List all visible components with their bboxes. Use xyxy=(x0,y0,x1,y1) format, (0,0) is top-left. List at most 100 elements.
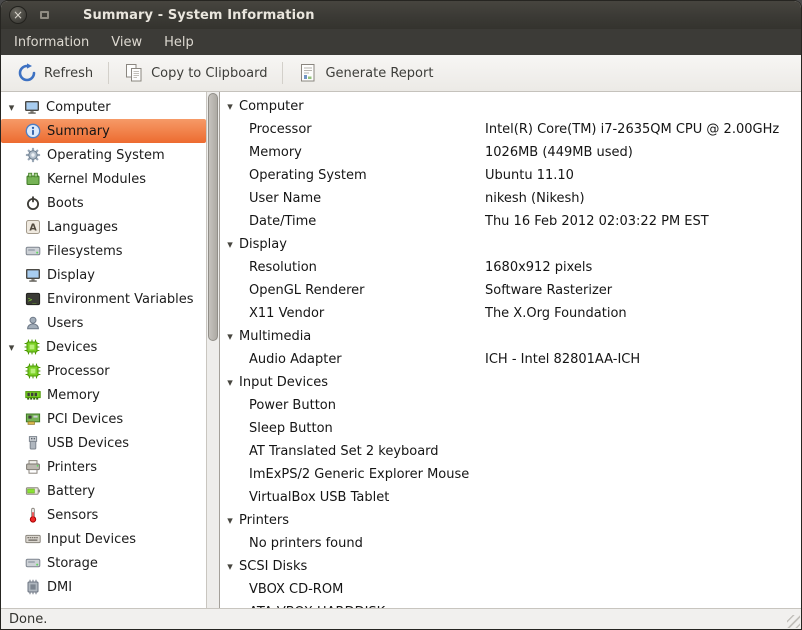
sidebar-item-environment-variables[interactable]: >_ Environment Variables xyxy=(1,287,206,311)
copy-to-clipboard-button[interactable]: Copy to Clipboard xyxy=(114,58,277,88)
close-icon[interactable]: × xyxy=(9,6,27,24)
sidebar-item-dmi[interactable]: DMI xyxy=(1,575,206,599)
usb-icon xyxy=(25,435,41,451)
sidebar-item-label: DMI xyxy=(47,579,73,595)
expander-icon[interactable]: ▾ xyxy=(224,331,236,342)
sidebar-item-label: Storage xyxy=(47,555,98,571)
row-memory[interactable]: Memory 1026MB (449MB used) xyxy=(220,141,801,164)
module-icon xyxy=(25,171,41,187)
toolbar-button-label: Refresh xyxy=(44,65,94,81)
sidebar-item-memory[interactable]: Memory xyxy=(1,383,206,407)
toolbar: Refresh Copy to Clipboard Generate Report xyxy=(1,55,801,92)
section-multimedia[interactable]: ▾ Multimedia xyxy=(220,325,801,348)
row-opengl-renderer[interactable]: OpenGL Renderer Software Rasterizer xyxy=(220,279,801,302)
gear-icon xyxy=(25,147,41,163)
section-label: Multimedia xyxy=(239,329,312,344)
expander-icon[interactable]: ▾ xyxy=(224,377,236,388)
refresh-button[interactable]: Refresh xyxy=(7,58,103,88)
sidebar-item-label: Languages xyxy=(47,219,118,235)
sidebar-item-devices[interactable]: ▾ Devices xyxy=(1,335,206,359)
expander-icon[interactable]: ▾ xyxy=(224,515,236,526)
menu-help[interactable]: Help xyxy=(153,29,205,55)
row-at-translated-set-2-keyboard[interactable]: AT Translated Set 2 keyboard xyxy=(220,440,801,463)
row-ata-vbox-harddisk[interactable]: ATA VBOX HARDDISK xyxy=(220,601,801,608)
sidebar-item-label: Processor xyxy=(47,363,110,379)
section-printers[interactable]: ▾ Printers xyxy=(220,509,801,532)
section-computer[interactable]: ▾ Computer xyxy=(220,95,801,118)
menu-view[interactable]: View xyxy=(100,29,153,55)
row-x11-vendor[interactable]: X11 Vendor The X.Org Foundation xyxy=(220,302,801,325)
sidebar-item-computer[interactable]: ▾ Computer xyxy=(1,95,206,119)
toolbar-separator xyxy=(282,62,284,84)
sidebar-item-users[interactable]: Users xyxy=(1,311,206,335)
row-no-printers-found[interactable]: No printers found xyxy=(220,532,801,555)
row-virtualbox-usb-tablet[interactable]: VirtualBox USB Tablet xyxy=(220,486,801,509)
row-vbox-cd-rom[interactable]: VBOX CD-ROM xyxy=(220,578,801,601)
sidebar-item-summary[interactable]: Summary xyxy=(1,119,206,143)
expander-icon[interactable]: ▾ xyxy=(5,102,18,113)
toolbar-button-label: Generate Report xyxy=(325,65,434,81)
sidebar-item-processor[interactable]: Processor xyxy=(1,359,206,383)
copy-icon xyxy=(124,63,144,83)
row-processor[interactable]: Processor Intel(R) Core(TM) i7-2635QM CPU… xyxy=(220,118,801,141)
language-icon: A xyxy=(25,219,41,235)
row-sleep-button[interactable]: Sleep Button xyxy=(220,417,801,440)
section-input-devices[interactable]: ▾ Input Devices xyxy=(220,371,801,394)
row-user-name[interactable]: User Name nikesh (Nikesh) xyxy=(220,187,801,210)
generate-report-button[interactable]: Generate Report xyxy=(288,58,443,88)
terminal-icon: >_ xyxy=(25,291,41,307)
row-resolution[interactable]: Resolution 1680x912 pixels xyxy=(220,256,801,279)
sidebar-item-label: Operating System xyxy=(47,147,165,163)
sidebar-item-operating-system[interactable]: Operating System xyxy=(1,143,206,167)
sidebar-scrollbar[interactable] xyxy=(206,92,219,608)
window-title: Summary - System Information xyxy=(83,7,315,23)
pci-icon xyxy=(25,411,41,427)
row-operating-system[interactable]: Operating System Ubuntu 11.10 xyxy=(220,164,801,187)
sidebar-item-label: Summary xyxy=(47,123,110,139)
storage-icon xyxy=(25,555,41,571)
svg-text:>_: >_ xyxy=(28,296,37,304)
sidebar-tree: ▾ Computer Summary Operating System Kernel M… xyxy=(1,92,206,608)
expander-icon[interactable]: ▾ xyxy=(224,239,236,250)
section-label: Printers xyxy=(239,513,290,528)
field-value: Thu 16 Feb 2012 02:03:22 PM EST xyxy=(485,214,709,229)
maximize-icon[interactable] xyxy=(35,6,53,24)
section-scsi-disks[interactable]: ▾ SCSI Disks xyxy=(220,555,801,578)
section-display[interactable]: ▾ Display xyxy=(220,233,801,256)
printer-icon xyxy=(25,459,41,475)
resize-grip-icon[interactable] xyxy=(787,615,800,628)
sidebar-item-battery[interactable]: Battery xyxy=(1,479,206,503)
sidebar-item-boots[interactable]: Boots xyxy=(1,191,206,215)
row-date-time[interactable]: Date/Time Thu 16 Feb 2012 02:03:22 PM EST xyxy=(220,210,801,233)
menu-information[interactable]: Information xyxy=(3,29,100,55)
expander-icon[interactable]: ▾ xyxy=(224,561,236,572)
sidebar-item-printers[interactable]: Printers xyxy=(1,455,206,479)
sidebar-item-filesystems[interactable]: Filesystems xyxy=(1,239,206,263)
sidebar-item-pci-devices[interactable]: PCI Devices xyxy=(1,407,206,431)
section-label: Computer xyxy=(239,99,304,114)
row-audio-adapter[interactable]: Audio Adapter ICH - Intel 82801AA-ICH xyxy=(220,348,801,371)
sidebar-item-kernel-modules[interactable]: Kernel Modules xyxy=(1,167,206,191)
field-value: nikesh (Nikesh) xyxy=(485,191,585,206)
sidebar-item-label: USB Devices xyxy=(47,435,130,451)
sidebar-item-label: Battery xyxy=(47,483,96,499)
status-text: Done. xyxy=(9,611,48,627)
sidebar-item-label: Computer xyxy=(46,99,111,115)
expander-icon[interactable]: ▾ xyxy=(5,342,18,353)
sidebar-item-label: PCI Devices xyxy=(47,411,124,427)
sidebar-item-sensors[interactable]: Sensors xyxy=(1,503,206,527)
sidebar-item-input-devices[interactable]: Input Devices xyxy=(1,527,206,551)
scrollbar-thumb[interactable] xyxy=(208,93,218,341)
row-imexps-2-generic-explorer-mouse[interactable]: ImExPS/2 Generic Explorer Mouse xyxy=(220,463,801,486)
sidebar-item-languages[interactable]: A Languages xyxy=(1,215,206,239)
sidebar-item-usb-devices[interactable]: USB Devices xyxy=(1,431,206,455)
sidebar-item-display[interactable]: Display xyxy=(1,263,206,287)
row-power-button[interactable]: Power Button xyxy=(220,394,801,417)
field-label: No printers found xyxy=(249,536,363,551)
section-label: SCSI Disks xyxy=(239,559,308,574)
expander-icon[interactable]: ▾ xyxy=(224,101,236,112)
sidebar-item-label: Users xyxy=(47,315,84,331)
sidebar-item-storage[interactable]: Storage xyxy=(1,551,206,575)
section-label: Display xyxy=(239,237,287,252)
titlebar[interactable]: × Summary - System Information xyxy=(1,1,801,29)
